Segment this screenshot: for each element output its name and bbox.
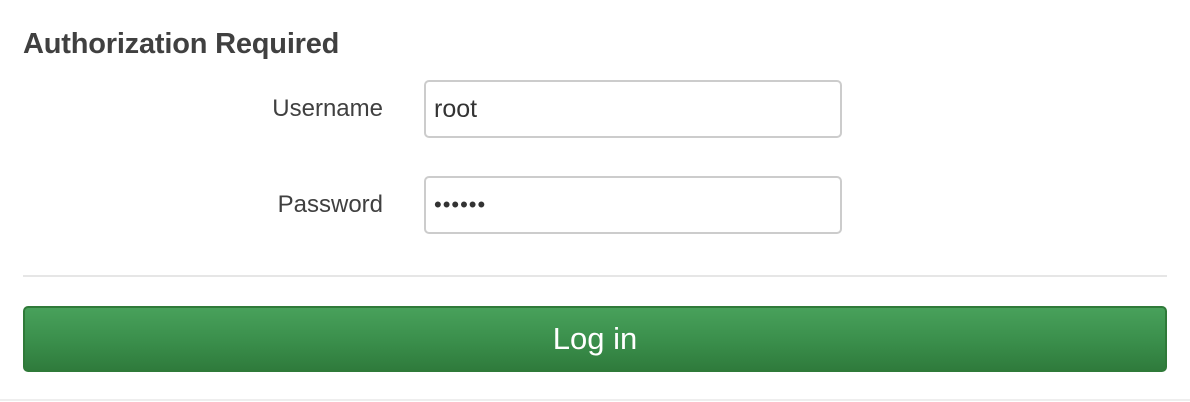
username-label: Username	[272, 95, 383, 122]
password-label: Password	[277, 191, 383, 218]
username-input[interactable]	[424, 80, 842, 138]
form-divider	[23, 275, 1167, 277]
login-button[interactable]: Log in	[23, 306, 1167, 372]
page-title: Authorization Required	[23, 28, 340, 60]
password-input[interactable]	[424, 176, 842, 234]
login-panel: Authorization Required Username Password…	[0, 0, 1190, 402]
bottom-divider	[0, 399, 1190, 401]
password-row: Password	[0, 175, 1190, 235]
username-row: Username	[0, 79, 1190, 139]
